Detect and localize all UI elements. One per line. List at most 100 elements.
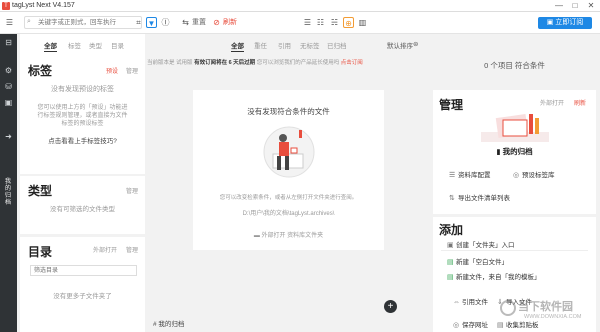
save-icon[interactable]: ▣ <box>3 98 14 108</box>
result-count: 0 个项目 符合条件 <box>484 61 545 70</box>
add-fab-button[interactable]: + <box>384 300 397 313</box>
type-title: 类型 <box>28 184 53 198</box>
type-empty-text: 没有可筛选的文件类型 <box>50 206 115 213</box>
search-box: ⌕ <box>24 16 142 29</box>
cart-icon: ▣ <box>546 19 556 26</box>
tab-directory[interactable]: 目录 <box>111 40 124 50</box>
trial-notice: 当前版本是 试用版 有效订阅将在 6 天后过期 您可以浏览我们的产品延长使用吗 … <box>147 60 363 66</box>
directory-open-button[interactable]: 外部打开 <box>93 245 117 254</box>
close-button[interactable]: ✕ <box>584 0 598 12</box>
link-icon: ⇔ <box>453 299 460 306</box>
tags-empty-title: 没有发现预设的标签 <box>51 86 114 93</box>
export-list-item[interactable]: ⇅ 导出文件清单列表 <box>449 192 510 202</box>
manage-open-button[interactable]: 外部打开 <box>540 98 564 107</box>
tab-center-untagged[interactable]: 无标签 <box>300 40 320 50</box>
pin-icon[interactable]: ⊕ <box>343 17 354 28</box>
tab-center-reference[interactable]: 引用 <box>278 40 291 50</box>
empty-state-card: 没有发现符合条件的文件 您可以改变检索条件，或者从左侧打开文件夹进行查阅。 D:… <box>193 90 384 250</box>
folder-icon: ▬ <box>253 233 262 239</box>
preset-button[interactable]: 预设 <box>106 66 118 75</box>
create-folder-entry[interactable]: ▣ 创建「文件夹」入口 <box>447 239 515 249</box>
tags-panel: 全部 标签 类型 目录 标签 预设 管理 没有发现预设的标签 您可以使用上方的「… <box>20 34 145 174</box>
subscribe-button[interactable]: ▣ 立即订阅 <box>538 17 592 29</box>
directory-empty-text: 没有更多子文件夹了 <box>53 293 112 300</box>
directory-filter-input[interactable] <box>30 265 137 276</box>
tags-help-link[interactable]: 点击看看上手标签技巧? <box>20 138 145 146</box>
new-file-icon: ▤ <box>447 259 454 266</box>
directory-title: 目录 <box>28 245 53 259</box>
reset-icon[interactable]: ⇆ <box>180 17 191 28</box>
tags-desc-line-2: 行标签规则管理，或者直接为文件 <box>37 113 128 119</box>
watermark: 当下软件园 <box>518 301 573 313</box>
watermark-subtitle: WWW.DOWNXIA.COM <box>524 314 582 320</box>
tags-title: 标签 <box>28 64 53 78</box>
collapse-icon[interactable]: ⊟ <box>3 38 14 48</box>
manage-refresh-button[interactable]: 刷新 <box>574 98 586 107</box>
new-blank-file-item[interactable]: ▤ 新建「空白文件」 <box>447 256 508 266</box>
subscribe-link[interactable]: 点击订阅 <box>341 60 363 66</box>
save-url-item[interactable]: ◎ 保存网址 <box>453 319 488 329</box>
manage-title: 管理 <box>439 98 464 112</box>
archive-path: D:\用户\我的文档\tagLyst.archives\ <box>242 211 335 217</box>
filter-icon[interactable]: ▼ <box>146 17 157 28</box>
search-input[interactable] <box>24 16 142 29</box>
sort-dropdown[interactable]: 默认排序 <box>387 40 413 50</box>
view-detail-icon[interactable]: ☵ <box>329 17 340 28</box>
reference-file-item[interactable]: ⇔ 引用文件 <box>453 296 488 306</box>
reset-button[interactable]: 重置 <box>192 16 206 29</box>
new-from-template-item[interactable]: ▤ 新建文件，来自「我的模板」 <box>447 271 541 281</box>
left-rail: ⊟ ⚙ ⛁ ▣ ➜ 我的归档 <box>0 34 17 332</box>
tag-filter-icon[interactable]: ⌗ <box>133 17 144 28</box>
search-icon: ⌕ <box>27 18 31 25</box>
archive-vertical-label: 我的归档 <box>4 179 11 206</box>
tab-types[interactable]: 类型 <box>89 40 102 50</box>
tab-center-all[interactable]: 全部 <box>231 40 244 52</box>
config-icon: ☰ <box>449 172 456 179</box>
view-grid-icon[interactable]: ☷ <box>315 17 326 28</box>
open-archive-folder-link[interactable]: ▬ 外部打开 资料库文件夹 <box>193 232 384 240</box>
tab-all[interactable]: 全部 <box>44 40 57 52</box>
type-manage-button[interactable]: 管理 <box>126 186 138 195</box>
preset-tags-icon: ◎ <box>513 172 520 179</box>
app-window: T tagLyst Next V4.157 — □ ✕ ☰ ⌕ ⌗ ▼ Ⓘ ⇆ … <box>0 0 600 332</box>
preset-tags-item[interactable]: ◎ 预设标签库 <box>513 169 555 179</box>
collect-clipboard-item[interactable]: ▤ 收集剪贴板 <box>497 319 539 329</box>
refresh-button[interactable]: 刷新 <box>223 16 237 29</box>
template-icon: ▤ <box>447 274 454 281</box>
manage-panel: 管理 外部打开 刷新 ▮ 我的归档 ☰ 资料库配置 ◎ 预设标签库 ⇅ 导出文件清单列… <box>433 90 596 214</box>
settings-icon[interactable]: ⚙ <box>3 66 14 76</box>
tab-center-archived[interactable]: 已归档 <box>327 40 347 50</box>
add-title: 添加 <box>439 223 464 237</box>
tags-manage-button[interactable]: 管理 <box>126 66 138 75</box>
toolbar: ☰ ⌕ ⌗ ▼ Ⓘ ⇆ 重置 ⊘ 刷新 ☰ ☷ ☵ ⊕ ▥ ▣ 立即订阅 <box>0 12 600 34</box>
export-icon: ⇅ <box>449 195 455 202</box>
empty-title: 没有发现符合条件的文件 <box>247 107 330 116</box>
regex-icon[interactable]: Ⓘ <box>160 17 171 28</box>
sort-icon[interactable]: ⊜ <box>413 40 418 48</box>
view-list-icon[interactable]: ☰ <box>302 17 313 28</box>
window-title: tagLyst Next V4.157 <box>12 2 75 9</box>
refresh-icon[interactable]: ⊘ <box>211 17 222 28</box>
divider <box>441 250 588 251</box>
clipboard-icon: ▤ <box>497 322 504 329</box>
sidebar-toggle-icon[interactable]: ☰ <box>4 17 15 28</box>
result-count-panel: 0 个项目 符合条件 <box>429 34 600 90</box>
empty-illustration <box>263 126 315 178</box>
layout-icon[interactable]: ▥ <box>357 17 368 28</box>
app-logo-icon: T <box>2 2 10 10</box>
directory-panel: 目录 外部打开 管理 没有更多子文件夹了 <box>20 237 145 332</box>
tags-desc-line-1: 您可以使用上方的「预设」功能进 <box>37 105 128 111</box>
library-config-item[interactable]: ☰ 资料库配置 <box>449 169 491 179</box>
database-icon[interactable]: ⛁ <box>3 82 14 92</box>
type-panel: 类型 管理 没有可筛选的文件类型 <box>20 176 145 234</box>
tags-desc-line-3: 标签的预设标签 <box>61 121 104 127</box>
directory-manage-button[interactable]: 管理 <box>126 245 138 254</box>
archive-name: ▮ 我的归档 <box>496 147 533 156</box>
tab-center-focus[interactable]: 重任 <box>254 40 267 50</box>
tab-tags[interactable]: 标签 <box>68 40 81 50</box>
minimize-button[interactable]: — <box>552 0 566 12</box>
watermark-logo <box>500 300 516 316</box>
empty-desc-line: 您可以改变检索条件，或者从左侧打开文件夹进行查阅。 <box>219 195 358 201</box>
arrow-right-icon[interactable]: ➜ <box>3 132 14 142</box>
maximize-button[interactable]: □ <box>568 0 582 12</box>
